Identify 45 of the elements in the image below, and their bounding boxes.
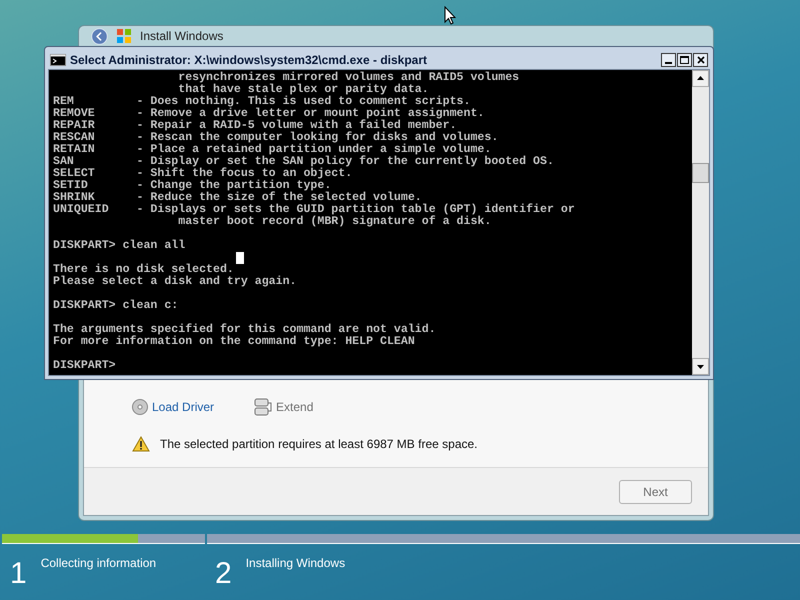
console-icon [50, 54, 66, 66]
console-line: master boot record (MBR) signature of a disk. [177, 216, 492, 228]
console-line: SETID - Change the partition type. [53, 180, 332, 192]
console-line: DISKPART> [53, 360, 116, 372]
warning-message: The selected partition requires at least 6987 MB free space. [160, 436, 478, 453]
minimize-button[interactable] [661, 52, 676, 66]
window-title: Install Windows [140, 28, 224, 44]
console-line: REPAIR - Repair a RAID-5 volume with a failed member. [53, 120, 457, 132]
mouse-pointer-icon [444, 6, 456, 25]
windows-logo-icon [116, 28, 132, 44]
console-line: that have stale plex or parity data. [177, 84, 429, 96]
console-line: DISKPART> clean c: [53, 300, 178, 312]
console-line: UNIQUEID - Displays or sets the GUID partition table (GPT) identifier or [53, 204, 575, 216]
maximize-button[interactable] [677, 52, 692, 66]
step-number: 2 [215, 556, 232, 592]
window-title: Select Administrator: X:\windows\system32\cmd.exe - diskpart [70, 52, 428, 68]
console-line: For more information on the command type: HELP CLEAN [53, 336, 415, 348]
scroll-up-icon[interactable] [692, 70, 709, 87]
console-line: RESCAN - Rescan the computer looking for disks and volumes. [53, 132, 498, 144]
console-line: SAN - Display or set the SAN policy for the currently booted OS. [53, 156, 554, 168]
scroll-thumb[interactable] [692, 162, 709, 182]
console-line: resynchronizes mirrored volumes and RAID5 volumes [177, 72, 520, 84]
load-driver-link[interactable]: Load Driver [132, 398, 214, 416]
console-line: REMOVE - Remove a drive letter or mount point assignment. [53, 108, 484, 120]
console-line: SHRINK - Reduce the size of the selected volume. [53, 192, 422, 204]
drives-icon [254, 397, 272, 417]
console-line: RETAIN - Place a retained partition under a simple volume. [53, 144, 492, 156]
close-icon [696, 56, 704, 64]
step-label: Installing Windows [246, 555, 346, 572]
console-line: DISKPART> clean all [53, 240, 186, 252]
warning-icon [132, 436, 150, 452]
console-line: REM - Does nothing. This is used to comment scripts. [53, 96, 470, 108]
scrollbar[interactable] [692, 70, 709, 375]
scroll-down-icon[interactable] [692, 358, 709, 375]
text-cursor [236, 252, 244, 264]
close-button[interactable] [693, 52, 708, 66]
disc-icon [132, 399, 148, 415]
minimize-icon [665, 62, 672, 64]
console-line: SELECT - Shift the focus to an object. [53, 168, 352, 180]
console-line: There is no disk selected. [53, 264, 234, 276]
step-label: Collecting information [40, 555, 156, 572]
step-number: 1 [10, 556, 27, 592]
console-line: Please select a disk and try again. [53, 276, 297, 288]
maximize-icon [680, 56, 689, 64]
console-line: The arguments specified for this command are not valid. [53, 324, 436, 336]
